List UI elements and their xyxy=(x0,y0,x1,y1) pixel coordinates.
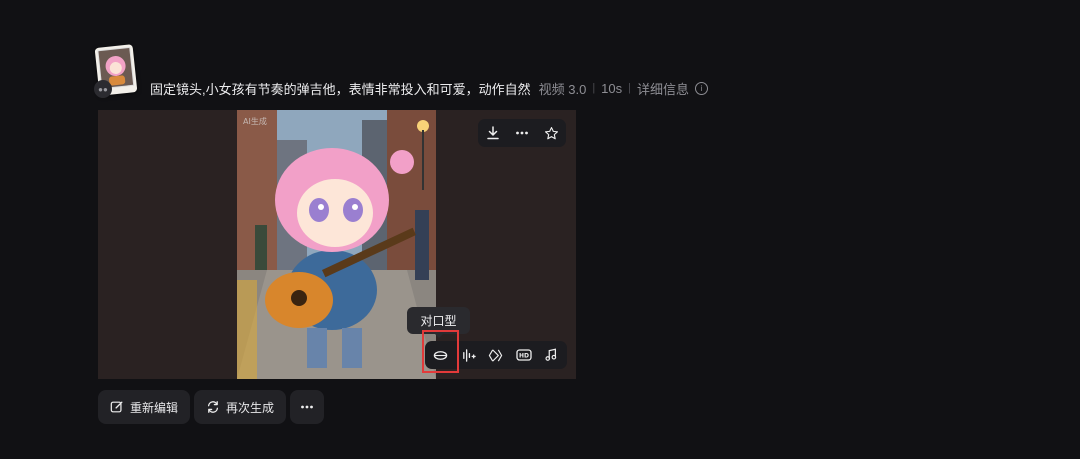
divider: | xyxy=(592,82,596,94)
regenerate-button[interactable]: 再次生成 xyxy=(194,390,287,424)
duration-label: 10s xyxy=(601,80,623,96)
avatar-badge: ●● xyxy=(94,80,112,98)
model-label: 视频 3.0 xyxy=(538,81,587,97)
refresh-icon xyxy=(207,401,219,413)
star-icon[interactable] xyxy=(540,122,562,144)
video-top-toolbar xyxy=(478,119,566,147)
re-edit-button[interactable]: 重新编辑 xyxy=(98,390,191,424)
svg-text:AI生成: AI生成 xyxy=(243,116,267,126)
generation-header: 固定镜头,小女孩有节奏的弹吉他，表情非常投入和可爱，动作自然 视频 3.0 | … xyxy=(150,78,709,98)
video-player[interactable]: AI生成 HD xyxy=(98,110,576,379)
hd-icon[interactable]: HD xyxy=(513,344,535,366)
download-icon[interactable] xyxy=(482,122,504,144)
re-edit-label: 重新编辑 xyxy=(130,400,179,415)
divider: | xyxy=(628,82,631,94)
details-link[interactable]: 详细信息 xyxy=(637,79,689,98)
more-icon[interactable] xyxy=(511,122,533,144)
page: ●● 固定镜头,小女孩有节奏的弹吉他，表情非常投入和可爱，动作自然 视频 3.0… xyxy=(0,0,1080,459)
extend-icon[interactable] xyxy=(485,344,507,366)
regenerate-label: 再次生成 xyxy=(226,400,275,415)
hd-label: HD xyxy=(519,353,529,360)
video-frame[interactable]: AI生成 xyxy=(237,110,436,379)
audio-wave-icon[interactable] xyxy=(457,344,479,366)
music-icon[interactable] xyxy=(540,344,562,366)
avatar[interactable]: ●● xyxy=(94,44,140,98)
prompt-text: 固定镜头,小女孩有节奏的弹吉他，表情非常投入和可爱，动作自然 xyxy=(150,81,531,97)
more-actions-button[interactable] xyxy=(290,390,325,424)
info-icon[interactable]: i xyxy=(695,81,709,95)
more-icon xyxy=(301,405,313,409)
action-bar: 重新编辑 再次生成 xyxy=(98,390,325,424)
edit-icon xyxy=(110,401,123,413)
highlight-annotation xyxy=(422,330,459,373)
